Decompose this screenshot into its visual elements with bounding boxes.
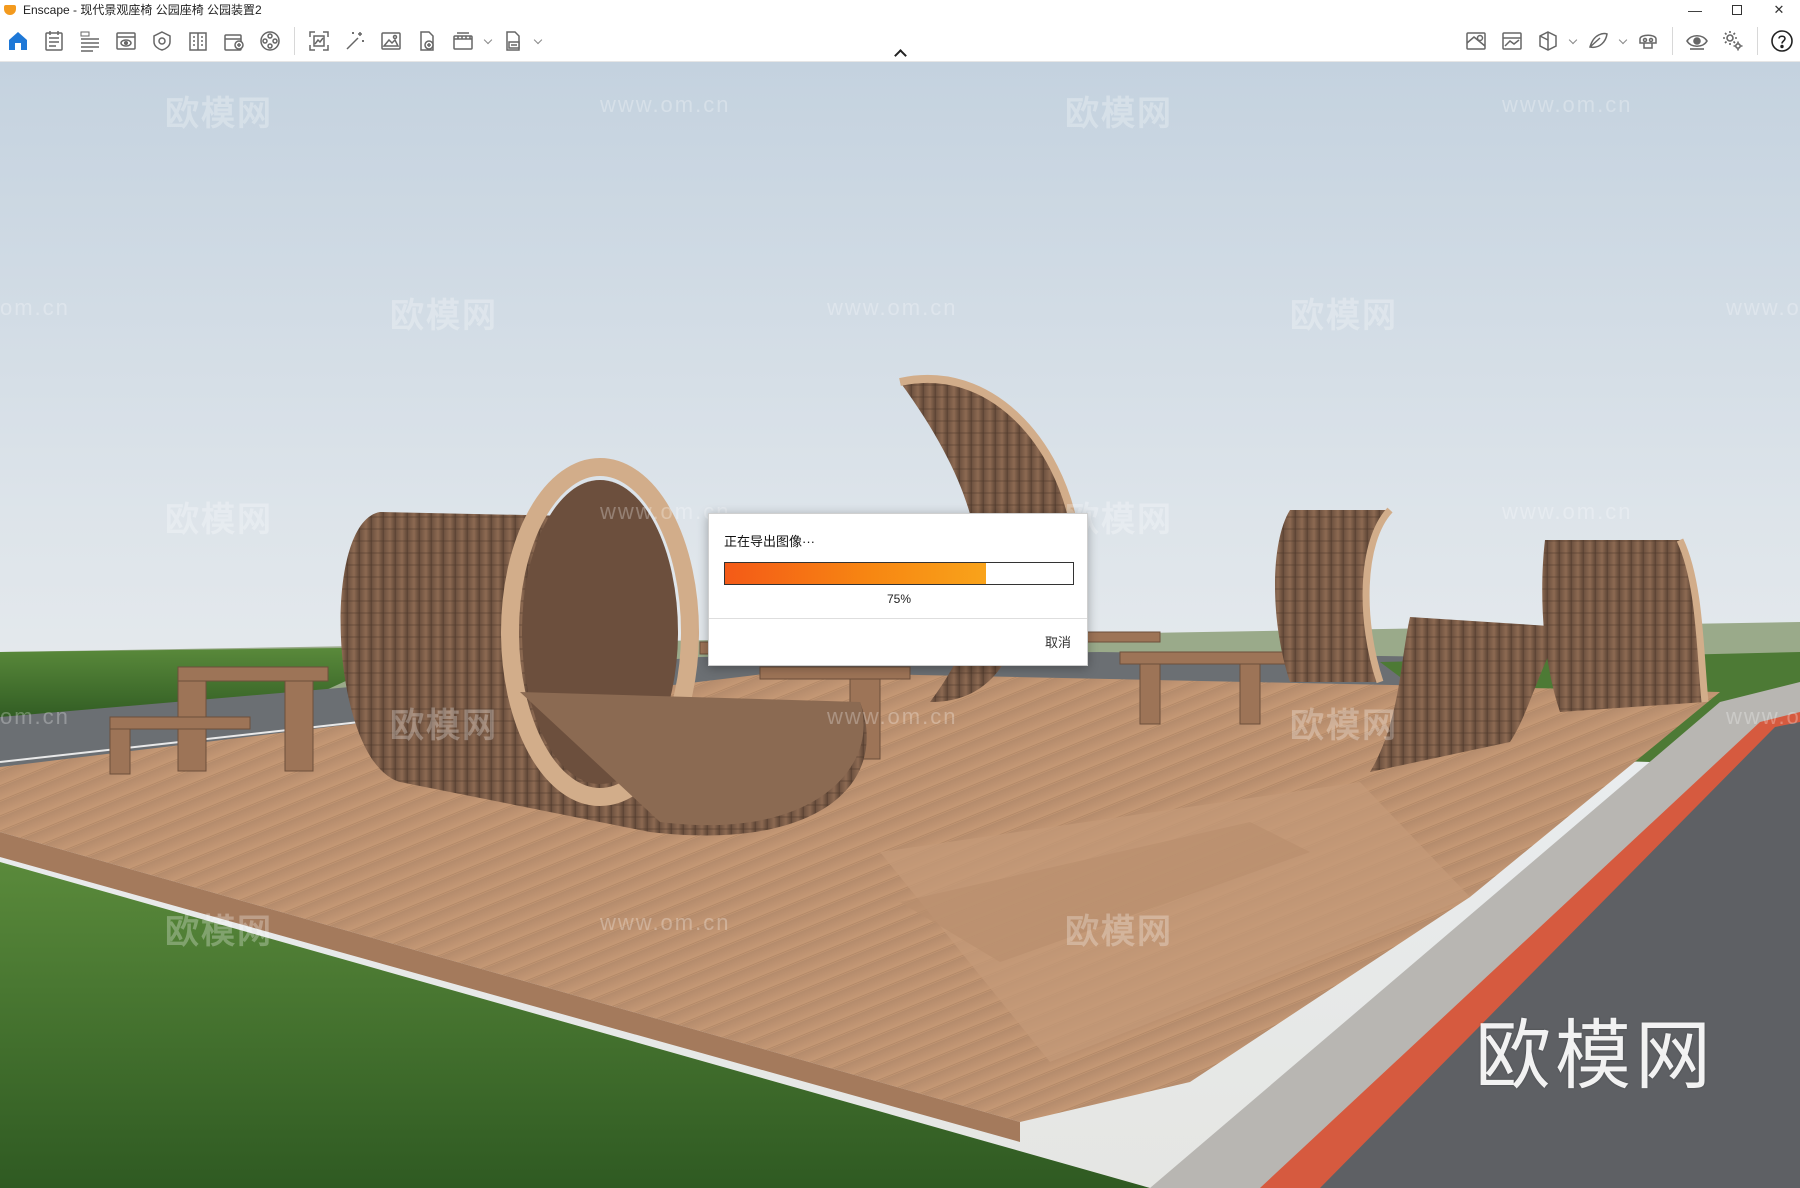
screenshot-button[interactable]: [301, 25, 337, 57]
watermark-brand: 欧模网: [165, 913, 273, 951]
building-button[interactable]: [180, 25, 216, 57]
watermark-brand: 欧模网: [165, 95, 273, 133]
image-icon: [381, 31, 401, 50]
settings-icon: [1723, 30, 1743, 50]
watermark-url: www.om.cn: [600, 92, 731, 117]
video-editor-button[interactable]: [252, 25, 288, 57]
watermark-url: www.om.cn: [600, 910, 731, 935]
watermark-brand-large: 欧模网: [1475, 1014, 1715, 1099]
export-progress-fill: [725, 563, 986, 584]
building-icon: [189, 31, 207, 51]
watermark-brand: 欧模网: [1290, 297, 1398, 335]
maximize-button[interactable]: [1716, 0, 1758, 19]
chevron-down-icon: [533, 35, 543, 44]
window-controls: — ✕: [1674, 0, 1800, 19]
notes-button[interactable]: [36, 25, 72, 57]
toolbar-separator: [1757, 26, 1758, 55]
watermark-url-partial: om.cn: [0, 295, 70, 320]
screenshot-icon: [309, 30, 329, 51]
enscape-logo-icon: [3, 3, 17, 17]
view-icon: [116, 31, 136, 50]
exe-export-icon: [506, 30, 520, 51]
visual-settings-button[interactable]: [1679, 25, 1715, 57]
watermark-brand: 欧模网: [1065, 913, 1173, 951]
bim-button[interactable]: [72, 25, 108, 57]
watermark-url-partial: www.o: [1726, 704, 1800, 729]
notes-icon: [45, 30, 63, 51]
toolbar-left-group: [0, 19, 545, 62]
export-status-message: 正在导出图像···: [724, 534, 815, 549]
toolbar: [0, 19, 1800, 62]
file-export-icon: [420, 30, 434, 51]
view-button[interactable]: [108, 25, 144, 57]
export-progress-bar: [724, 562, 1074, 585]
exe-export-button[interactable]: [495, 25, 545, 57]
chevron-down-icon: [1618, 35, 1628, 44]
magic-wand-icon: [346, 31, 364, 50]
asset-library-icon: [224, 33, 244, 51]
watermark-url: www.om.cn: [1502, 499, 1633, 524]
chevron-down-icon: [1568, 35, 1578, 44]
light-button[interactable]: [144, 25, 180, 57]
video-editor-icon: [260, 30, 280, 51]
batch-render-button[interactable]: [445, 25, 495, 57]
watermark-brand: 欧模网: [1290, 707, 1398, 745]
chevron-down-icon: [483, 35, 493, 44]
map-button[interactable]: [1458, 25, 1494, 57]
watermark-url-partial: om.cn: [0, 704, 70, 729]
panorama-button[interactable]: [1494, 25, 1530, 57]
toolbar-collapse-icon[interactable]: [894, 47, 906, 59]
toolbar-separator: [1672, 26, 1673, 55]
bim-icon: [80, 31, 99, 52]
asset-library-button[interactable]: [216, 25, 252, 57]
file-export-button[interactable]: [409, 25, 445, 57]
material-icon: [1589, 32, 1608, 48]
material-button[interactable]: [1580, 25, 1630, 57]
watermark-brand: 欧模网: [390, 707, 498, 745]
watermark-brand: 欧模网: [1065, 95, 1173, 133]
minimize-button[interactable]: —: [1674, 0, 1716, 19]
light-icon: [153, 30, 171, 51]
help-icon: [1771, 29, 1793, 52]
watermark-brand: 欧模网: [165, 501, 273, 539]
dialog-divider: [709, 618, 1087, 619]
help-button[interactable]: [1764, 25, 1800, 57]
watermark-url: www.om.cn: [827, 704, 958, 729]
image-button[interactable]: [373, 25, 409, 57]
panorama-icon: [1502, 31, 1522, 50]
watermark-url: www.om.cn: [827, 295, 958, 320]
batch-render-icon: [453, 31, 473, 50]
toolbar-right-group: [1458, 19, 1800, 62]
cube-view-button[interactable]: [1530, 25, 1580, 57]
window-title: Enscape - 现代景观座椅 公园座椅 公园装置2: [23, 3, 262, 17]
vr-headset-icon: [1639, 34, 1657, 49]
toolbar-separator: [294, 26, 295, 55]
visual-settings-icon: [1686, 34, 1708, 50]
cancel-button[interactable]: 取消: [1045, 632, 1071, 651]
export-progress-percent: 75%: [886, 592, 912, 606]
map-icon: [1466, 31, 1486, 50]
maximize-icon: [1732, 4, 1742, 15]
home-icon: [9, 31, 27, 50]
settings-button[interactable]: [1715, 25, 1751, 57]
home-button[interactable]: [0, 25, 36, 57]
cube-view-icon: [1539, 30, 1557, 51]
vr-headset-button[interactable]: [1630, 25, 1666, 57]
watermark-brand: 欧模网: [390, 297, 498, 335]
watermark-url-partial: www.o: [1726, 295, 1800, 320]
watermark-url: www.om.cn: [1502, 92, 1633, 117]
close-button[interactable]: ✕: [1758, 0, 1800, 19]
export-progress-dialog: 正在导出图像··· 75% 取消: [708, 513, 1088, 666]
title-bar: Enscape - 现代景观座椅 公园座椅 公园装置2 — ✕: [0, 0, 1800, 19]
magic-wand-button[interactable]: [337, 25, 373, 57]
